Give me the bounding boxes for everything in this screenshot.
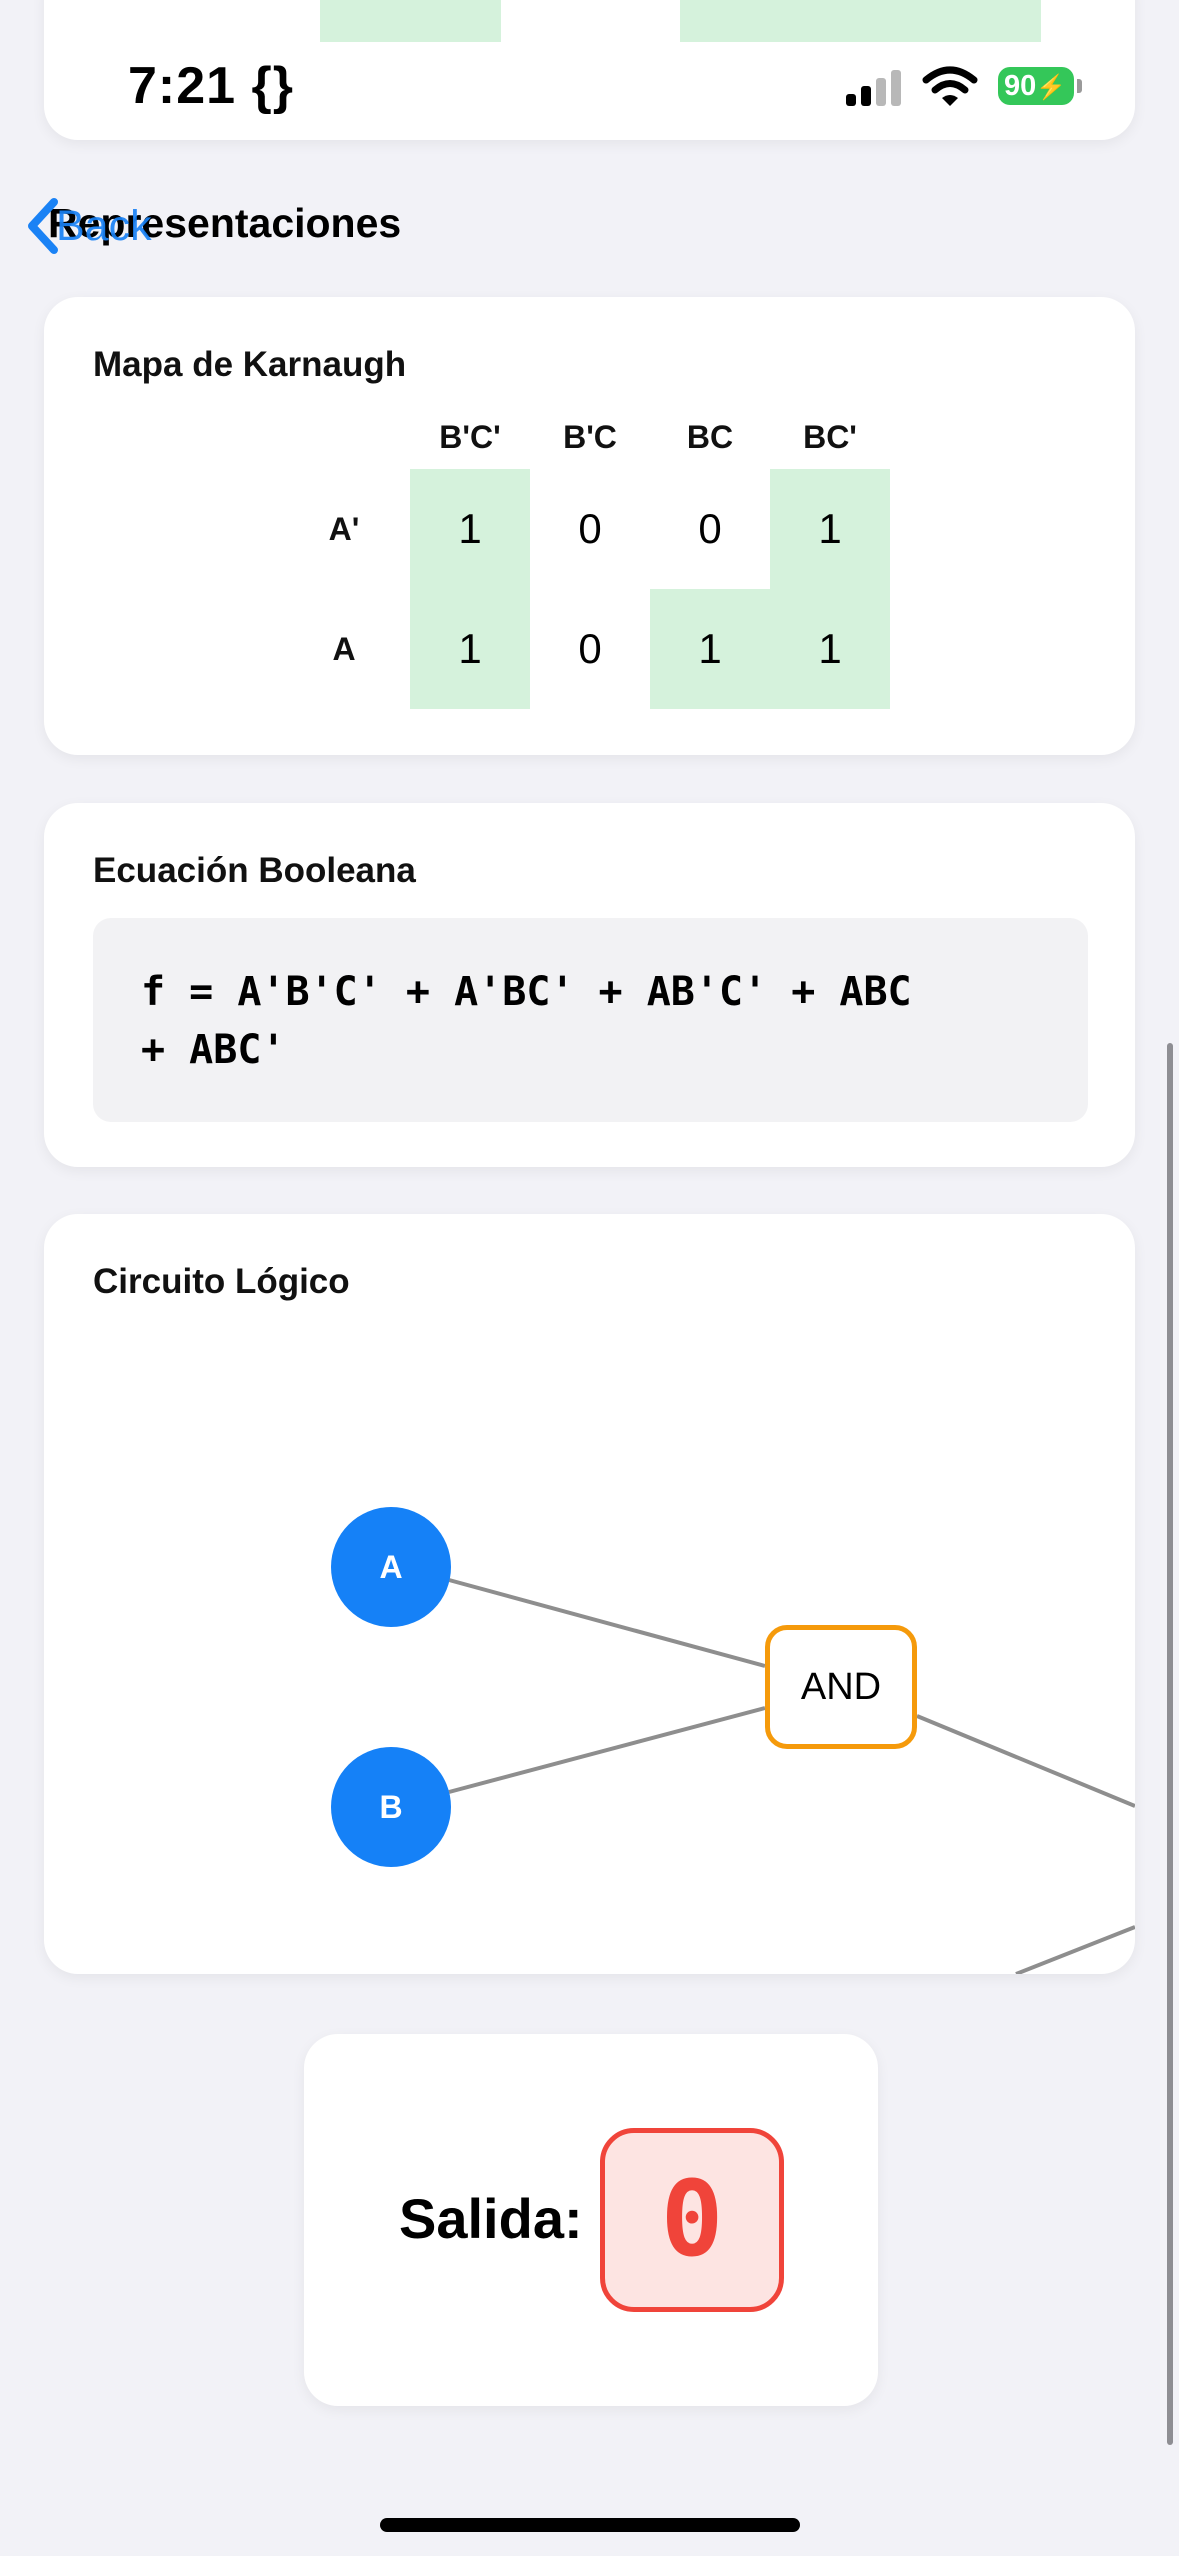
- kmap-cell: 0: [698, 505, 722, 552]
- battery-cap: [1077, 79, 1082, 93]
- kmap-title: Mapa de Karnaugh: [93, 345, 407, 384]
- home-indicator[interactable]: [380, 2518, 800, 2532]
- kmap-row-header: A': [328, 511, 360, 547]
- kmap-cell: 1: [818, 625, 842, 672]
- kmap-cell: 0: [578, 625, 602, 672]
- kmap-col-header: BC: [686, 419, 734, 455]
- scroll-indicator[interactable]: [1167, 1043, 1173, 2445]
- status-time: 7:21 {}: [128, 57, 295, 115]
- kmap-cell: 0: [578, 505, 602, 552]
- output-label: Salida:: [399, 2187, 583, 2250]
- kmap-card: Mapa de Karnaugh B'C' B'C BC BC' A' A 1 …: [44, 297, 1135, 755]
- back-button[interactable]: Back: [24, 196, 152, 256]
- previous-table-highlight: [320, 0, 501, 42]
- kmap-cell: 1: [458, 505, 482, 552]
- battery-charging-icon: 90⚡: [998, 67, 1074, 105]
- circuit-wires: [448, 1578, 1135, 1974]
- input-node-a[interactable]: A: [331, 1507, 451, 1627]
- back-label: Back: [56, 201, 152, 250]
- circuit-card[interactable]: Circuito Lógico A B AND: [44, 1214, 1135, 1974]
- kmap-cell: 1: [818, 505, 842, 552]
- and-gate[interactable]: AND: [765, 1625, 917, 1749]
- equation-title: Ecuación Booleana: [93, 851, 416, 890]
- kmap-cell: 1: [698, 625, 722, 672]
- output-value: 0: [600, 2128, 784, 2312]
- kmap-col-header: B'C': [439, 419, 501, 455]
- equation-text: f = A'B'C' + A'BC' + AB'C' + ABC + ABC': [93, 918, 1088, 1122]
- previous-table-highlight: [680, 0, 1041, 42]
- equation-card: Ecuación Booleana f = A'B'C' + A'BC' + A…: [44, 803, 1135, 1167]
- output-card: Salida: 0: [304, 2034, 878, 2406]
- kmap-row-header: A: [332, 631, 356, 667]
- kmap-col-header: B'C: [563, 419, 617, 455]
- kmap-col-header: BC': [803, 419, 857, 455]
- kmap-cell: 1: [458, 625, 482, 672]
- signal-icon: [846, 68, 906, 106]
- input-node-b[interactable]: B: [331, 1747, 451, 1867]
- wifi-icon: [922, 66, 978, 106]
